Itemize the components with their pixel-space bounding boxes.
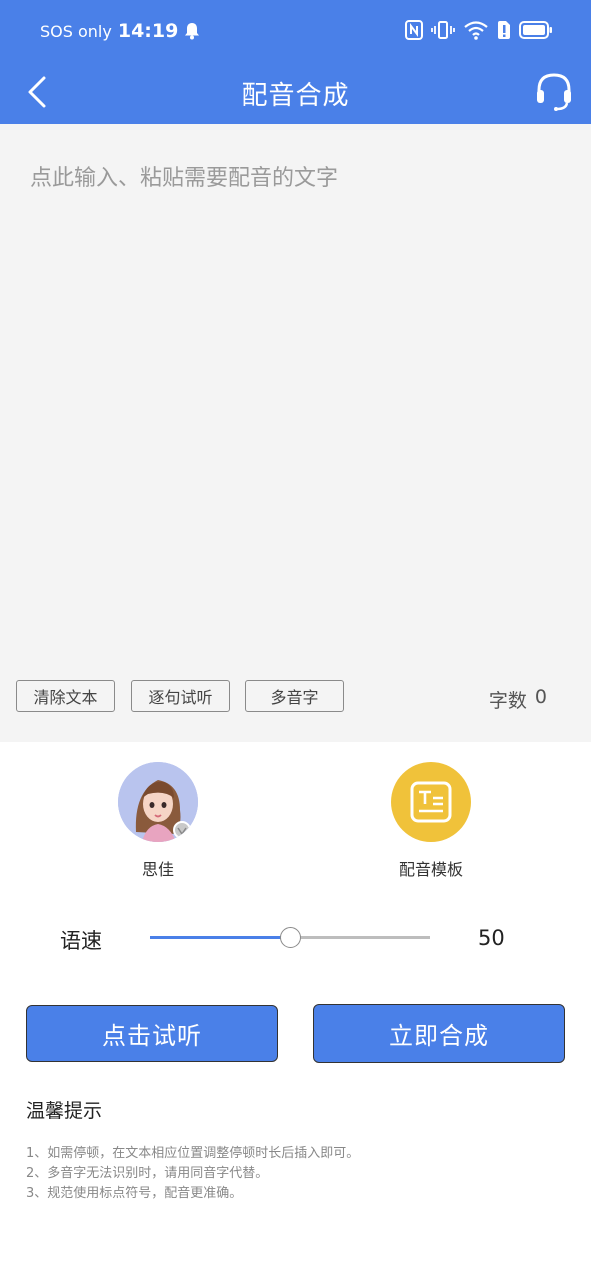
clock-text: 14:19 — [117, 20, 179, 42]
nfc-icon — [405, 20, 423, 40]
char-count: 字数 0 — [489, 686, 547, 713]
speed-value: 50 — [478, 926, 505, 950]
vibrate-icon — [431, 21, 455, 39]
text-template-icon — [391, 762, 471, 842]
voice-name: 思佳 — [141, 860, 174, 879]
text-editor-panel: 清除文本 逐句试听 多音字 字数 0 — [0, 124, 591, 742]
char-count-value: 0 — [534, 686, 547, 708]
tip-item: 2、多音字无法识别时，请用同音字代替。 — [26, 1166, 269, 1181]
voice-selector[interactable]: 思佳 — [118, 762, 198, 880]
tip-item: 1、如需停顿，在文本相应位置调整停顿时长后插入即可。 — [26, 1146, 360, 1161]
sentence-preview-button[interactable]: 逐句试听 — [131, 680, 230, 712]
char-count-label: 字数 — [488, 690, 527, 712]
female-avatar-icon — [118, 762, 198, 842]
headset-icon[interactable] — [533, 70, 575, 112]
bell-icon — [185, 23, 200, 40]
clear-text-button[interactable]: 清除文本 — [16, 680, 115, 712]
sim-alert-icon — [498, 21, 510, 39]
carrier-text: SOS only — [40, 21, 112, 41]
speed-slider[interactable] — [150, 926, 430, 950]
page-title: 配音合成 — [241, 81, 350, 111]
status-right — [405, 20, 553, 40]
speed-slider-thumb[interactable] — [280, 927, 301, 948]
tip-item: 3、规范使用标点符号，配音更准确。 — [26, 1186, 243, 1201]
speed-label: 语速 — [60, 929, 102, 953]
wifi-icon — [464, 21, 488, 40]
dubbing-text-input[interactable] — [30, 160, 560, 660]
app-bar: 配音合成 — [0, 62, 591, 124]
tips-list: 1、如需停顿，在文本相应位置调整停顿时长后插入即可。 2、多音字无法识别时，请用… — [26, 1144, 359, 1204]
template-label: 配音模板 — [398, 860, 463, 879]
template-selector[interactable]: 配音模板 — [390, 762, 472, 880]
status-bar: SOS only 14:19 — [0, 0, 591, 62]
speed-slider-fill — [150, 936, 290, 939]
synthesize-button[interactable]: 立即合成 — [313, 1004, 565, 1063]
battery-icon — [519, 21, 552, 39]
tips-title: 温馨提示 — [26, 1100, 103, 1122]
preview-button[interactable]: 点击试听 — [26, 1005, 278, 1062]
polyphone-button[interactable]: 多音字 — [245, 680, 344, 712]
status-left: SOS only 14:19 — [40, 20, 200, 42]
